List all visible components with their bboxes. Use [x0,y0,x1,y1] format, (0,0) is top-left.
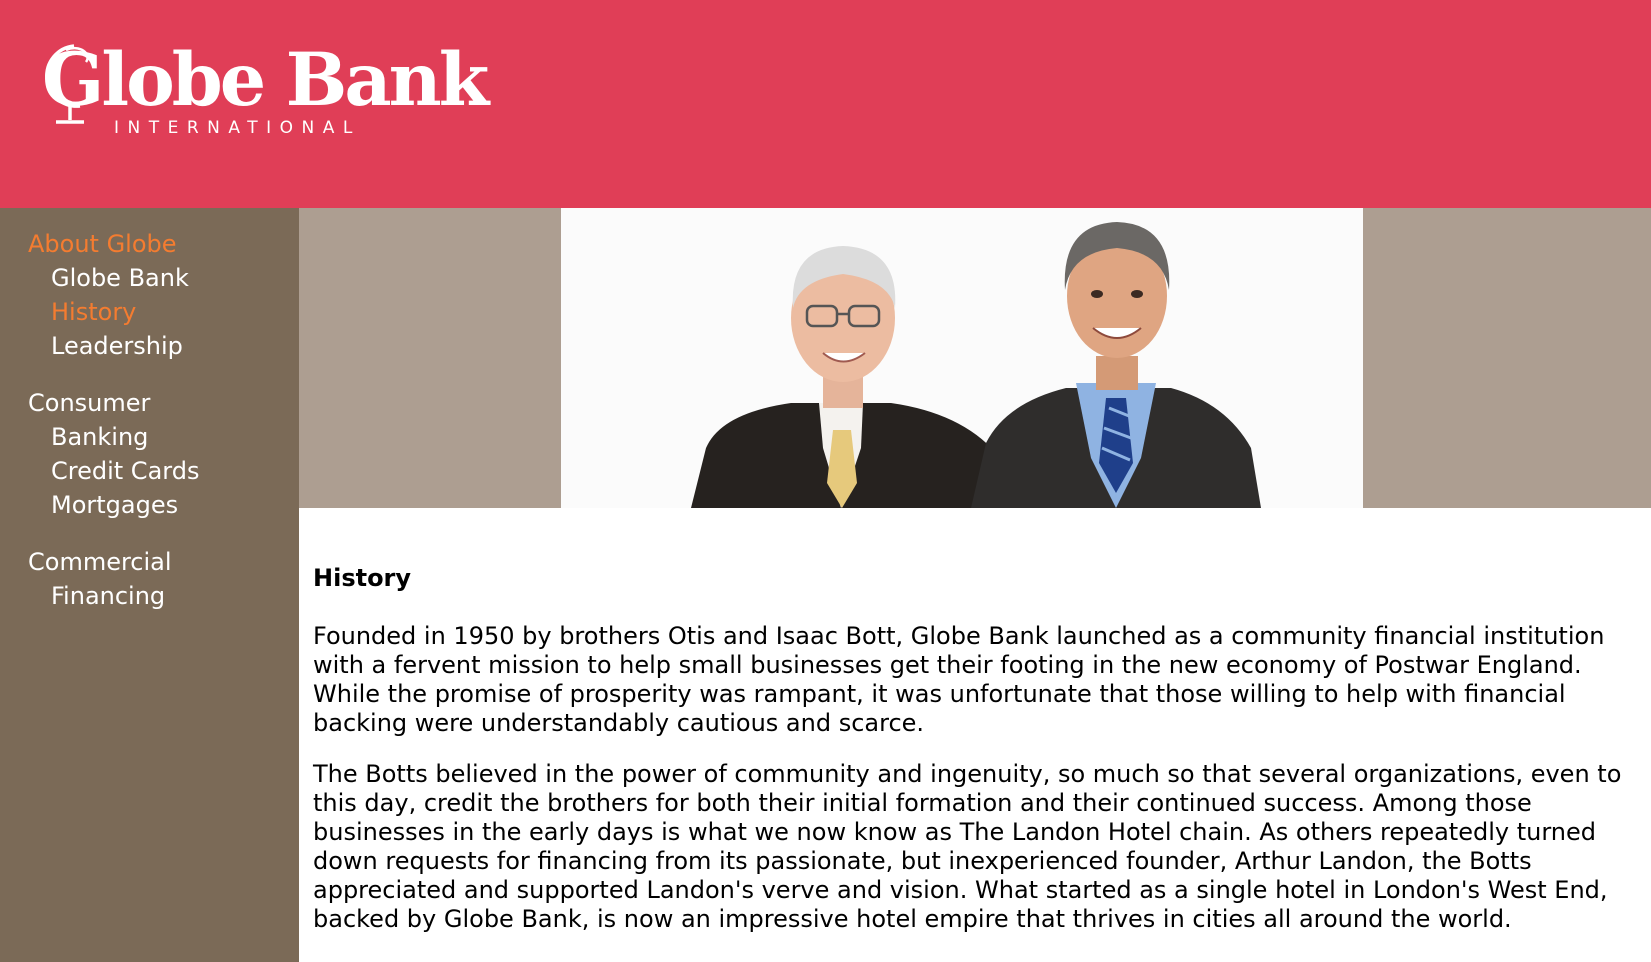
nav-section-consumer[interactable]: Consumer [28,385,150,421]
globe-bank-logo[interactable]: Globe Bank INTERNATIONAL [34,36,494,146]
brand-name: Globe Bank [42,37,489,123]
brand-subtitle: INTERNATIONAL [114,118,361,138]
sidebar-item-history[interactable]: History [51,294,136,330]
sidebar-nav: About Globe Globe Bank History Leadershi… [0,208,299,962]
nav-section-about-globe[interactable]: About Globe [28,226,177,262]
sidebar-item-banking[interactable]: Banking [51,419,148,455]
hero-photo [561,208,1363,508]
page-title: History [313,564,412,592]
site-header: Globe Bank INTERNATIONAL [0,0,1651,208]
history-paragraph-2: The Botts believed in the power of commu… [313,760,1622,933]
history-paragraph-1: Founded in 1950 by brothers Otis and Isa… [313,622,1605,737]
nav-section-commercial[interactable]: Commercial [28,544,172,580]
sidebar-item-mortgages[interactable]: Mortgages [51,487,178,523]
sidebar-item-credit-cards[interactable]: Credit Cards [51,453,199,489]
sidebar-item-leadership[interactable]: Leadership [51,328,183,364]
main-content: History Founded in 1950 by brothers Otis… [313,560,1633,956]
sidebar-item-globe-bank[interactable]: Globe Bank [51,260,189,296]
businessmen-illustration [561,208,1363,508]
sidebar-item-financing[interactable]: Financing [51,578,165,614]
hero-banner [299,208,1651,508]
